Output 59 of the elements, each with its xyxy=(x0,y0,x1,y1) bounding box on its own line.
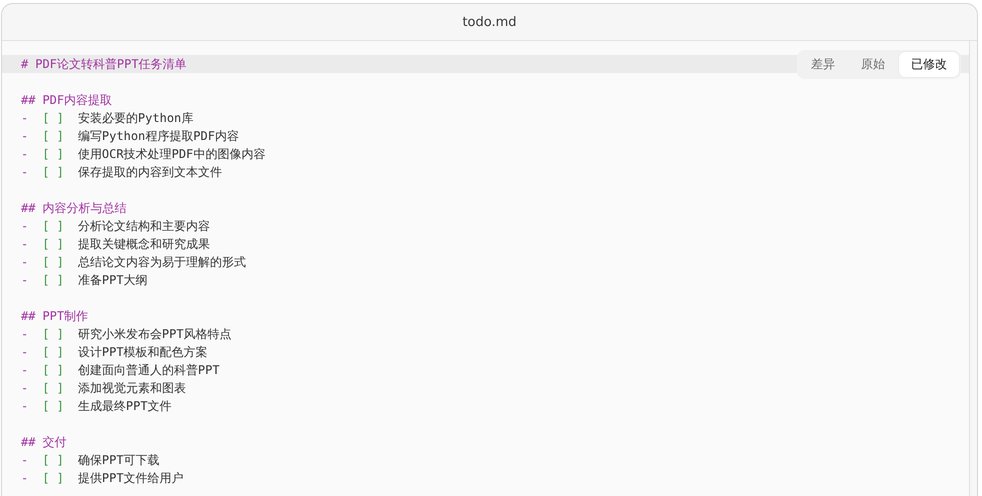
task-checkbox-text: [ ] xyxy=(42,110,64,127)
heading-marker: ## xyxy=(21,200,36,217)
task-text: 提取关键概念和研究成果 xyxy=(78,236,210,253)
list-bullet: - xyxy=(21,470,28,487)
list-bullet: - xyxy=(21,380,28,397)
list-bullet: - xyxy=(21,146,28,163)
list-bullet: - xyxy=(21,236,28,253)
task-text: 保存提取的内容到文本文件 xyxy=(78,164,222,181)
task-text: 使用OCR技术处理PDF中的图像内容 xyxy=(78,146,266,163)
heading-marker: ## xyxy=(21,92,36,109)
task-checkbox-text: [ ] xyxy=(42,254,64,271)
list-bullet: - xyxy=(21,326,28,343)
list-bullet: - xyxy=(21,344,28,361)
task-checkbox-text: [ ] xyxy=(42,398,64,415)
list-bullet: - xyxy=(21,254,28,271)
task-text: 分析论文结构和主要内容 xyxy=(78,218,210,235)
task-text: 生成最终PPT文件 xyxy=(78,398,172,415)
list-bullet: - xyxy=(21,164,28,181)
view-tab[interactable]: 已修改 xyxy=(899,52,959,77)
task-text: 总结论文内容为易于理解的形式 xyxy=(78,254,246,271)
list-bullet: - xyxy=(21,272,28,289)
heading-text: PDF内容提取 xyxy=(42,92,112,109)
task-checkbox-text: [ ] xyxy=(42,164,64,181)
task-checkbox-text: [ ] xyxy=(42,362,64,379)
task-text: 编写Python程序提取PDF内容 xyxy=(78,128,239,145)
heading-text: 交付 xyxy=(42,434,66,451)
heading-text: PPT制作 xyxy=(42,308,88,325)
list-bullet: - xyxy=(21,398,28,415)
window-title: todo.md xyxy=(462,14,517,30)
task-text: 研究小米发布会PPT风格特点 xyxy=(78,326,232,343)
task-checkbox-text: [ ] xyxy=(42,344,64,361)
task-checkbox-text: [ ] xyxy=(42,128,64,145)
task-text: 提供PPT文件给用户 xyxy=(78,470,184,487)
view-tab[interactable]: 差异 xyxy=(799,52,847,77)
task-checkbox-text: [ ] xyxy=(42,470,64,487)
task-text: 准备PPT大纲 xyxy=(78,272,148,289)
task-text: 确保PPT可下载 xyxy=(78,452,160,469)
list-bullet: - xyxy=(21,452,28,469)
task-checkbox-text: [ ] xyxy=(42,380,64,397)
task-checkbox-text: [ ] xyxy=(42,146,64,163)
task-checkbox-text: [ ] xyxy=(42,326,64,343)
task-checkbox-text: [ ] xyxy=(42,452,64,469)
heading-text: PDF论文转科普PPT任务清单 xyxy=(35,56,187,73)
list-bullet: - xyxy=(21,362,28,379)
task-text: 设计PPT模板和配色方案 xyxy=(78,344,208,361)
view-tab[interactable]: 原始 xyxy=(849,52,897,77)
list-bullet: - xyxy=(21,110,28,127)
task-text: 安装必要的Python库 xyxy=(78,110,194,127)
heading-marker: ## xyxy=(21,308,36,325)
task-checkbox-text: [ ] xyxy=(42,272,64,289)
task-text: 添加视觉元素和图表 xyxy=(78,380,186,397)
list-bullet: - xyxy=(21,218,28,235)
heading-marker: # xyxy=(21,56,28,73)
list-bullet: - xyxy=(21,128,28,145)
heading-text: 内容分析与总结 xyxy=(42,200,126,217)
task-checkbox-text: [ ] xyxy=(42,218,64,235)
heading-marker: ## xyxy=(21,434,36,451)
task-checkbox-text: [ ] xyxy=(42,236,64,253)
task-text: 创建面向普通人的科普PPT xyxy=(78,362,220,379)
